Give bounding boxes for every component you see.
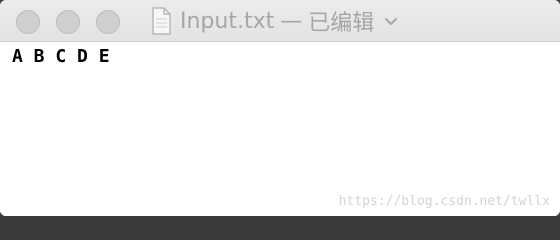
text-editor-window: Input.txt — 已编辑 A B C D E https://blog.c… bbox=[0, 0, 560, 216]
title-bar[interactable]: Input.txt — 已编辑 bbox=[0, 0, 560, 42]
window-title-group[interactable]: Input.txt — 已编辑 bbox=[148, 0, 400, 42]
close-button[interactable] bbox=[16, 10, 40, 34]
document-icon bbox=[148, 6, 174, 36]
title-separator: — bbox=[280, 8, 303, 34]
edited-status: 已编辑 bbox=[308, 11, 375, 36]
window-title: Input.txt bbox=[180, 8, 275, 34]
document-text[interactable]: A B C D E bbox=[12, 46, 110, 68]
chevron-down-icon[interactable] bbox=[382, 12, 400, 30]
minimize-button[interactable] bbox=[56, 10, 80, 34]
watermark-text: https://blog.csdn.net/twllx bbox=[338, 194, 550, 209]
zoom-button[interactable] bbox=[96, 10, 120, 34]
editor-content-area[interactable]: A B C D E https://blog.csdn.net/twllx bbox=[0, 42, 560, 216]
